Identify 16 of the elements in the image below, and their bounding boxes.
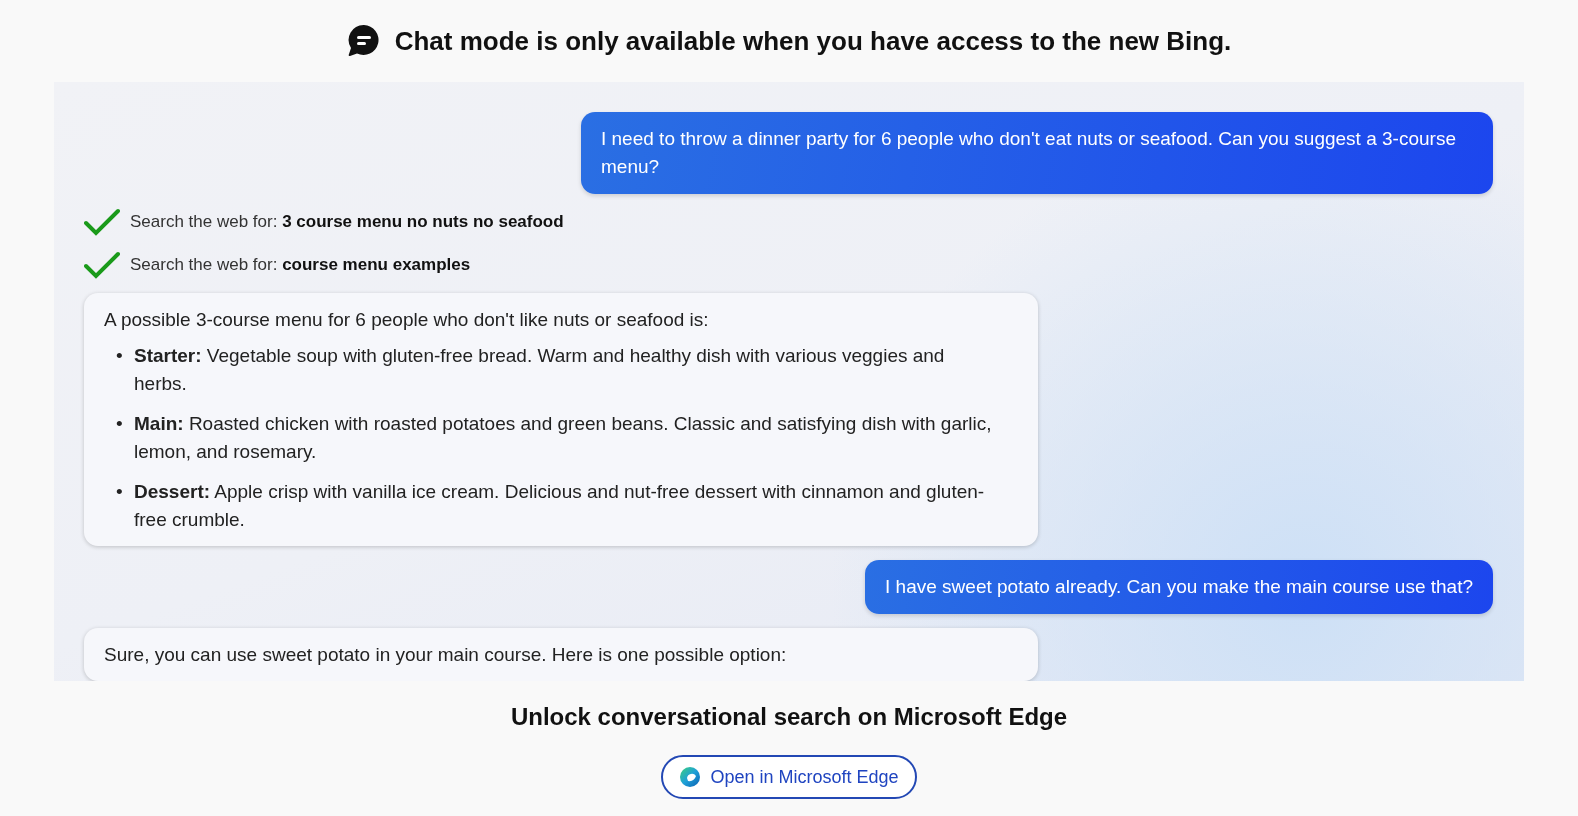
bullet: • [116, 412, 124, 436]
search-step: Search the web for: 3 course menu no nuts no seafood [130, 212, 564, 233]
message-text: Sure, you can use sweet potato in your main course. Here is one possible option: [104, 643, 788, 667]
user-message: I need to throw a dinner party for 6 people who don't eat nuts or seafood. Can you suggest a 3-course menu? [581, 112, 1493, 194]
chat-bubble-icon [346, 24, 381, 58]
promo-title: Unlock conversational search on Microsoft Edge [510, 703, 1068, 731]
search-step: Search the web for: course menu examples [130, 254, 471, 275]
checkmark-icon [84, 208, 120, 237]
checkmark-icon [84, 250, 120, 279]
user-message: I have sweet potato already. Can you make the main course use that? [865, 560, 1493, 614]
message-text: A possible 3-course menu for 6 people who don't like nuts or seafood is: [104, 308, 710, 332]
bullet: • [116, 480, 124, 504]
browser-logo-icon [679, 766, 702, 788]
open-edge-button[interactable]: Open in Microsoft Edge [661, 755, 917, 799]
page-title: Chat mode is only available when you have access to the new Bing. [394, 25, 1232, 57]
bullet: • [116, 344, 124, 368]
